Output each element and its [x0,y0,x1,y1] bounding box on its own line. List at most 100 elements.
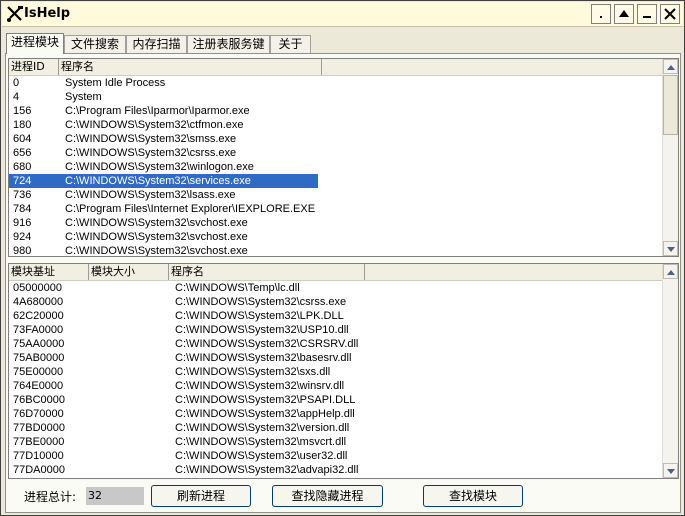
table-row[interactable]: 656 C:\WINDOWS\System32\csrss.exe [9,146,662,160]
dot-icon [596,9,606,19]
cell-module-program: C:\WINDOWS\System32\appHelp.dll [175,408,355,420]
cell-pid: 784 [13,203,32,215]
table-row[interactable]: 76BC0000 C:\WINDOWS\System32\PSAPI.DLL [9,393,662,407]
table-row[interactable]: 724 C:\WINDOWS\System32\services.exe [9,174,662,188]
cell-module-base: 73FA0000 [13,324,64,336]
tab-memory-scan[interactable]: 内存扫描 [126,35,187,53]
cell-module-base: 75AB0000 [13,352,65,364]
tab-registry-services[interactable]: 注册表服务键 [187,35,270,53]
cell-program: C:\Program Files\Iparmor\Iparmor.exe [65,105,250,117]
scroll-track[interactable] [663,280,678,460]
process-rows: 0 System Idle Process 4 System 156 C:\Program… [9,76,662,256]
table-row[interactable]: 77BD0000 C:\WINDOWS\System32\version.dll [9,421,662,435]
module-list-scrollbar[interactable] [662,264,678,478]
cell-pid: 736 [13,189,32,201]
cell-module-program: C:\WINDOWS\System32\csrss.exe [175,296,347,308]
cell-pid: 656 [13,147,32,159]
title-bar[interactable]: IsHelp [2,2,683,27]
table-row[interactable]: 156 C:\Program Files\Iparmor\Iparmor.exe [9,104,662,118]
table-row[interactable]: 764E0000 C:\WINDOWS\System32\winsrv.dll [9,379,662,393]
cell-module-program: C:\WINDOWS\System32\LPK.DLL [175,310,344,322]
tab-file-search[interactable]: 文件搜索 [64,35,126,53]
cell-module-base: 75AA0000 [13,338,65,350]
chevron-up-icon [666,60,675,73]
table-row[interactable]: 924 C:\WINDOWS\System32\svchost.exe [9,230,662,244]
table-row[interactable]: 4A680000 C:\WINDOWS\System32\csrss.exe [9,295,662,309]
table-row[interactable]: 77BE0000 C:\WINDOWS\System32\msvcrt.dll [9,435,662,449]
process-list[interactable]: 进程ID 程序名 0 System Idle Process 4 System 156 C… [8,58,679,257]
cell-module-program: C:\WINDOWS\System32\sxs.dll [175,366,331,378]
table-row[interactable]: 73FA0000 C:\WINDOWS\System32\USP10.dll [9,323,662,337]
scroll-down-button[interactable] [663,241,678,256]
cell-program: C:\WINDOWS\System32\svchost.exe [65,245,248,257]
table-row[interactable]: 77D10000 C:\WINDOWS\System32\user32.dll [9,449,662,463]
table-row[interactable]: 980 C:\WINDOWS\System32\svchost.exe [9,244,662,257]
table-row[interactable]: 75AB0000 C:\WINDOWS\System32\basesrv.dll [9,351,662,365]
main-window: IsHelp 进程模块 文件搜索 内存扫描 注册表服务键 关于 进程ID 程序名… [0,0,685,516]
table-row[interactable]: 736 C:\WINDOWS\System32\lsass.exe [9,188,662,202]
minimize-button[interactable] [637,4,657,24]
cell-module-program: C:\WINDOWS\System32\USP10.dll [175,324,349,336]
table-row[interactable]: 76D70000 C:\WINDOWS\System32\appHelp.dll [9,407,662,421]
refresh-processes-button[interactable]: 刷新进程 [151,485,251,507]
cell-pid: 4 [13,91,20,103]
tab-process-modules[interactable]: 进程模块 [6,33,64,54]
column-header-module-size[interactable]: 模块大小 [89,264,169,280]
table-row[interactable]: 62C20000 C:\WINDOWS\System32\LPK.DLL [9,309,662,323]
cell-module-base: 75E00000 [13,366,64,378]
cell-module-program: C:\WINDOWS\System32\CSRSRV.dll [175,338,359,350]
module-rows: 05000000 C:\WINDOWS\Temp\lc.dll 4A680000 C:… [9,281,662,478]
scroll-up-button[interactable] [663,264,678,279]
tab-about[interactable]: 关于 [270,35,311,53]
cell-program: C:\WINDOWS\System32\smss.exe [65,133,237,145]
cell-program: C:\WINDOWS\System32\csrss.exe [65,147,237,159]
cell-program: C:\WINDOWS\System32\svchost.exe [65,231,248,243]
system-menu-button[interactable] [591,4,611,24]
process-total-label: 进程总计: [24,490,77,504]
close-icon [664,8,676,20]
cell-program: C:\WINDOWS\System32\lsass.exe [65,189,236,201]
column-header-module-base[interactable]: 模块基址 [9,264,89,280]
table-row[interactable]: 680 C:\WINDOWS\System32\winlogon.exe [9,160,662,174]
chevron-up-icon [666,265,675,278]
process-total-value: 32 [86,487,144,505]
column-header-module-program[interactable]: 程序名 [169,264,365,280]
process-list-header: 进程ID 程序名 [9,59,678,76]
find-module-button[interactable]: 查找模块 [423,485,523,507]
close-button[interactable] [660,4,680,24]
process-list-scrollbar[interactable] [662,59,678,256]
table-row[interactable]: 0 System Idle Process [9,76,662,90]
cell-module-base: 77DA0000 [13,464,65,476]
chevron-down-icon [666,242,675,255]
find-hidden-process-button[interactable]: 查找隐藏进程 [272,485,383,507]
cell-module-base: 77BD0000 [13,422,65,434]
maximize-button[interactable] [614,4,634,24]
column-header-program[interactable]: 程序名 [59,59,322,75]
cell-module-base: 76D70000 [13,408,64,420]
table-row[interactable]: 784 C:\Program Files\Internet Explorer\IE… [9,202,662,216]
table-row[interactable]: 180 C:\WINDOWS\System32\ctfmon.exe [9,118,662,132]
cell-pid: 180 [13,119,32,131]
cell-module-program: C:\WINDOWS\System32\PSAPI.DLL [175,394,356,406]
cell-pid: 924 [13,231,32,243]
table-row[interactable]: 916 C:\WINDOWS\System32\svchost.exe [9,216,662,230]
scroll-down-button[interactable] [663,463,678,478]
scroll-thumb[interactable] [663,75,678,135]
table-row[interactable]: 05000000 C:\WINDOWS\Temp\lc.dll [9,281,662,295]
cell-program: C:\WINDOWS\System32\services.exe [65,175,251,187]
cell-pid: 0 [13,77,20,89]
table-row[interactable]: 75E00000 C:\WINDOWS\System32\sxs.dll [9,365,662,379]
cell-module-program: C:\WINDOWS\System32\version.dll [175,422,350,434]
cell-module-base: 05000000 [13,282,62,294]
column-header-pid[interactable]: 进程ID [9,59,59,75]
table-row[interactable]: 77DA0000 C:\WINDOWS\System32\advapi32.dll [9,463,662,477]
module-list-header: 模块基址 模块大小 程序名 [9,264,678,281]
cell-program: System Idle Process [65,77,166,89]
table-row[interactable]: 75AA0000 C:\WINDOWS\System32\CSRSRV.dll [9,337,662,351]
table-row[interactable]: 4 System [9,90,662,104]
table-row[interactable]: 604 C:\WINDOWS\System32\smss.exe [9,132,662,146]
cell-module-program: C:\WINDOWS\System32\msvcrt.dll [175,436,347,448]
module-list[interactable]: 模块基址 模块大小 程序名 05000000 C:\WINDOWS\Temp\lc… [8,263,679,479]
scroll-up-button[interactable] [663,59,678,74]
cell-pid: 156 [13,105,32,117]
